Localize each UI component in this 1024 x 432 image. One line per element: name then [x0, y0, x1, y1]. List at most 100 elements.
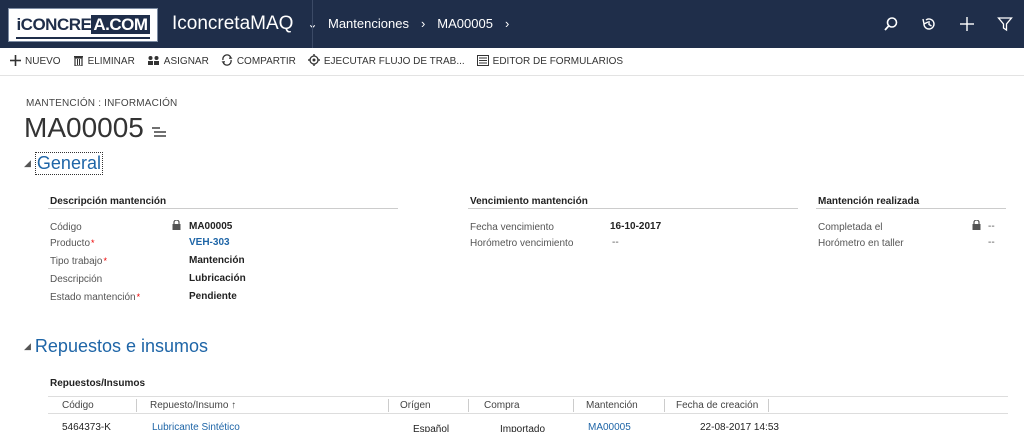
filter-icon[interactable]: [986, 0, 1024, 48]
field-label-estado-text: Estado mantención: [50, 292, 136, 303]
cell-origen: Español: [413, 424, 450, 432]
cell-fecha: 22-08-2017 14:53: [700, 422, 779, 432]
subgrid-header: Código Repuesto/Insumo ↑ Orígen Compra M…: [48, 396, 1008, 414]
share-button-label: COMPARTIR: [236, 56, 296, 67]
page-title: MA00005: [24, 112, 166, 144]
section-title-general: General: [34, 152, 103, 175]
section-divider: [468, 208, 798, 209]
run-workflow-button-label: EJECUTAR FLUJO DE TRAB...: [323, 56, 465, 67]
cell-repuesto-link[interactable]: Lubricante Sintético: [152, 422, 240, 432]
app-title: IconcretaMAQ: [172, 13, 294, 34]
field-label-producto-text: Producto: [50, 238, 91, 249]
app-switcher[interactable]: IconcretaMAQ ⌄: [172, 13, 318, 35]
field-value-horometro-taller[interactable]: --: [988, 237, 995, 248]
section-heading-descripcion: Descripción mantención: [50, 196, 167, 207]
share-button[interactable]: COMPARTIR: [221, 54, 296, 69]
section-toggle-repuestos[interactable]: ◢ Repuestos e insumos: [24, 336, 208, 357]
new-button-label: NUEVO: [25, 56, 61, 67]
field-label-horometro-vencimiento: Horómetro vencimiento: [470, 238, 574, 249]
form-editor-button-label: EDITOR DE FORMULARIOS: [492, 56, 624, 67]
form-editor-button[interactable]: EDITOR DE FORMULARIOS: [476, 54, 624, 69]
column-separator[interactable]: [573, 399, 574, 412]
logo-text: iCONCRE A.COM: [12, 15, 153, 39]
field-value-horometro-vencimiento[interactable]: --: [612, 237, 619, 248]
section-divider: [816, 208, 1006, 209]
section-toggle-general[interactable]: ◢ General: [24, 152, 103, 175]
lock-icon: [172, 219, 181, 233]
field-value-completada: --: [988, 221, 995, 232]
section-heading-realizada: Mantención realizada: [818, 196, 920, 207]
field-label-tipo-trabajo-text: Tipo trabajo: [50, 256, 103, 267]
trash-icon: [73, 55, 84, 69]
column-separator[interactable]: [468, 399, 469, 412]
field-label-estado: Estado mantención*: [50, 292, 140, 303]
field-value-estado[interactable]: Pendiente: [189, 291, 237, 302]
column-separator[interactable]: [664, 399, 665, 412]
cell-compra: Importado: [500, 424, 546, 432]
search-icon[interactable]: [872, 0, 910, 48]
top-navigation-bar: iCONCREA.COM IconcretaMAQ ⌄ Mantenciones…: [0, 0, 1024, 48]
delete-button[interactable]: ELIMINAR: [73, 55, 135, 69]
history-icon[interactable]: [910, 0, 948, 48]
collapse-triangle-icon: ◢: [24, 158, 31, 168]
breadcrumb-chevron-icon[interactable]: ›: [505, 16, 509, 31]
field-label-fecha-vencimiento: Fecha vencimiento: [470, 222, 554, 233]
logo-text-part2: A.COM: [91, 15, 150, 34]
field-label-descripcion: Descripción: [50, 274, 102, 285]
column-header-origen[interactable]: Orígen: [400, 400, 431, 411]
field-value-fecha-vencimiento[interactable]: 16-10-2017: [610, 221, 661, 232]
plus-icon: [10, 54, 21, 69]
record-menu-icon[interactable]: [151, 124, 166, 140]
assign-button[interactable]: ASIGNAR: [147, 55, 209, 69]
run-workflow-button[interactable]: EJECUTAR FLUJO DE TRAB...: [307, 54, 465, 69]
lock-icon: [972, 219, 981, 233]
column-header-repuesto[interactable]: Repuesto/Insumo ↑: [150, 400, 236, 411]
logo-text-part1: iCONCRE: [16, 15, 92, 34]
required-asterisk: *: [91, 238, 95, 248]
command-bar: NUEVO ELIMINAR ASIGNAR COMPARTIR EJECUTA…: [0, 48, 1024, 76]
field-value-codigo: MA00005: [189, 221, 233, 232]
field-value-producto-link[interactable]: VEH-303: [189, 237, 230, 248]
entity-form-label: MANTENCIÓN : INFORMACIÓN: [26, 98, 178, 109]
nav-divider: [312, 0, 313, 48]
workflow-icon: [307, 54, 320, 69]
share-icon: [221, 54, 233, 69]
column-header-compra[interactable]: Compra: [484, 400, 520, 411]
column-header-mantencion[interactable]: Mantención: [586, 400, 638, 411]
form-editor-icon: [476, 54, 489, 69]
breadcrumb-chevron-icon: ›: [420, 16, 426, 31]
field-label-tipo-trabajo: Tipo trabajo*: [50, 256, 107, 267]
breadcrumb: Mantenciones › MA00005 ›: [328, 16, 509, 31]
field-value-tipo-trabajo[interactable]: Mantención: [189, 255, 245, 266]
field-label-codigo-text: Código: [50, 222, 82, 233]
record-title-text: MA00005: [24, 112, 144, 143]
cell-mantencion-link[interactable]: MA00005: [588, 422, 631, 432]
column-header-fecha[interactable]: Fecha de creación: [676, 400, 758, 411]
logo-underline: [16, 37, 150, 39]
field-label-producto: Producto*: [50, 238, 95, 249]
column-separator[interactable]: [388, 399, 389, 412]
field-label-horometro-taller: Horómetro en taller: [818, 238, 904, 249]
cell-codigo: 5464373-K: [62, 422, 111, 432]
assign-button-label: ASIGNAR: [163, 56, 209, 67]
field-value-descripcion[interactable]: Lubricación: [189, 273, 246, 284]
required-asterisk: *: [103, 256, 107, 266]
required-asterisk: *: [136, 292, 141, 302]
column-separator[interactable]: [136, 399, 137, 412]
section-title-repuestos: Repuestos e insumos: [34, 336, 209, 356]
column-header-codigo[interactable]: Código: [62, 400, 94, 411]
subgrid-title: Repuestos/Insumos: [50, 378, 146, 389]
section-heading-vencimiento: Vencimiento mantención: [470, 196, 588, 207]
column-separator[interactable]: [768, 399, 769, 412]
field-label-completada: Completada el: [818, 222, 883, 233]
breadcrumb-record[interactable]: MA00005: [437, 16, 493, 31]
collapse-triangle-icon: ◢: [24, 341, 31, 351]
plus-icon[interactable]: [948, 0, 986, 48]
delete-button-label: ELIMINAR: [87, 56, 135, 67]
new-button[interactable]: NUEVO: [10, 54, 61, 69]
assign-icon: [147, 55, 160, 69]
field-label-codigo: Código: [50, 222, 82, 233]
section-divider: [48, 208, 398, 209]
breadcrumb-entity[interactable]: Mantenciones: [328, 16, 409, 31]
company-logo[interactable]: iCONCRE A.COM: [8, 8, 158, 42]
